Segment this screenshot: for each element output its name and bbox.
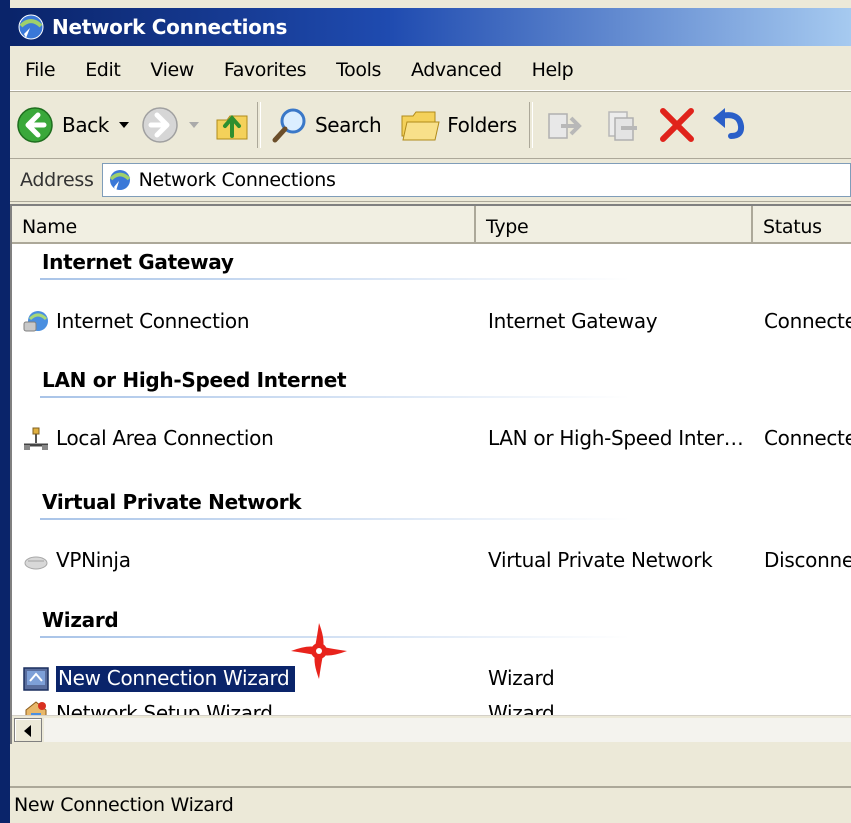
copy-to-icon <box>607 111 637 141</box>
item-name: New Connection Wizard <box>56 666 296 692</box>
menu-bar: File Edit View Favorites Tools Advanced … <box>10 48 851 91</box>
item-type: Virtual Private Network <box>488 548 713 572</box>
up-folder-icon <box>216 114 248 140</box>
list-item-new-connection-wizard[interactable]: New Connection Wizard Wizard <box>12 663 851 695</box>
toolbar: Back Search Folders <box>10 92 851 159</box>
up-folder-button[interactable] <box>213 100 251 150</box>
chevron-down-icon <box>188 122 199 128</box>
folders-button[interactable]: Folders <box>399 100 517 150</box>
item-name: VPNinja <box>56 548 131 572</box>
title-bar: Network Connections <box>10 8 851 46</box>
undo-icon <box>712 108 744 139</box>
back-label: Back <box>62 113 109 137</box>
list-item-internet-connection[interactable]: Internet Connection Internet Gateway Con… <box>12 306 851 338</box>
search-icon <box>272 108 306 143</box>
menu-advanced[interactable]: Advanced <box>396 48 517 90</box>
folders-icon <box>401 111 440 141</box>
move-to-icon <box>547 113 582 139</box>
item-status: Connecte <box>764 426 851 450</box>
menu-help[interactable]: Help <box>517 48 589 90</box>
column-header-name[interactable]: Name <box>12 206 476 242</box>
search-label: Search <box>314 113 382 137</box>
address-label: Address <box>20 169 94 191</box>
column-header-status[interactable]: Status <box>753 206 851 242</box>
item-type: Internet Gateway <box>488 309 658 333</box>
address-bar: Address Network Connections <box>10 159 851 202</box>
lan-connection-icon <box>24 427 48 450</box>
status-text: New Connection Wizard <box>14 794 234 816</box>
item-status: Connecte <box>764 309 851 333</box>
new-connection-wizard-icon <box>23 667 49 691</box>
shuriken-cursor-icon <box>291 623 347 679</box>
chevron-down-icon <box>118 122 129 128</box>
back-button[interactable]: Back <box>16 100 131 150</box>
item-status: Disconnec <box>764 548 851 572</box>
network-connections-icon <box>109 170 130 191</box>
connections-list-view: Name Type Status Internet Gateway Intern… <box>10 204 851 744</box>
window-title: Network Connections <box>52 15 288 39</box>
toolbar-separator <box>256 102 261 148</box>
copy-to-button[interactable] <box>601 100 641 150</box>
folders-label: Folders <box>447 113 517 137</box>
menu-edit[interactable]: Edit <box>70 48 135 90</box>
move-to-button[interactable] <box>545 100 585 150</box>
group-divider <box>40 518 630 520</box>
item-name: Internet Connection <box>56 309 250 333</box>
group-header-lan: LAN or High-Speed Internet <box>42 368 347 392</box>
network-connections-icon <box>18 14 44 40</box>
back-arrow-icon <box>17 107 53 143</box>
horizontal-scrollbar[interactable] <box>12 715 851 744</box>
column-header-type[interactable]: Type <box>476 206 753 242</box>
scroll-track[interactable] <box>44 718 851 742</box>
menu-favorites[interactable]: Favorites <box>209 48 321 90</box>
forward-arrow-icon <box>142 107 178 143</box>
status-bar: New Connection Wizard <box>10 786 851 822</box>
menu-view[interactable]: View <box>135 48 209 90</box>
group-divider <box>40 278 630 280</box>
group-divider <box>40 396 630 398</box>
item-type: Wizard <box>488 666 555 690</box>
address-field[interactable]: Network Connections <box>101 163 851 197</box>
vpn-connection-icon <box>24 556 48 570</box>
address-value: Network Connections <box>138 169 336 191</box>
delete-button[interactable] <box>657 100 697 150</box>
forward-button[interactable] <box>141 100 201 150</box>
group-header-vpn: Virtual Private Network <box>42 490 302 514</box>
menu-file[interactable]: File <box>10 48 70 90</box>
list-item-local-area-connection[interactable]: Local Area Connection LAN or High-Speed … <box>12 423 851 455</box>
menu-tools[interactable]: Tools <box>321 48 396 90</box>
internet-gateway-icon <box>23 311 48 332</box>
search-button[interactable]: Search <box>271 100 382 150</box>
group-header-internet-gateway: Internet Gateway <box>42 250 234 274</box>
toolbar-separator <box>528 102 533 148</box>
item-name: Local Area Connection <box>56 426 274 450</box>
undo-button[interactable] <box>709 100 749 150</box>
scroll-left-button[interactable] <box>14 718 42 742</box>
group-header-wizard: Wizard <box>42 608 119 632</box>
delete-x-icon <box>659 108 694 142</box>
item-type: LAN or High-Speed Inter… <box>488 426 744 450</box>
column-header-row: Name Type Status <box>12 206 851 244</box>
list-item-vpninja[interactable]: VPNinja Virtual Private Network Disconne… <box>12 545 851 577</box>
